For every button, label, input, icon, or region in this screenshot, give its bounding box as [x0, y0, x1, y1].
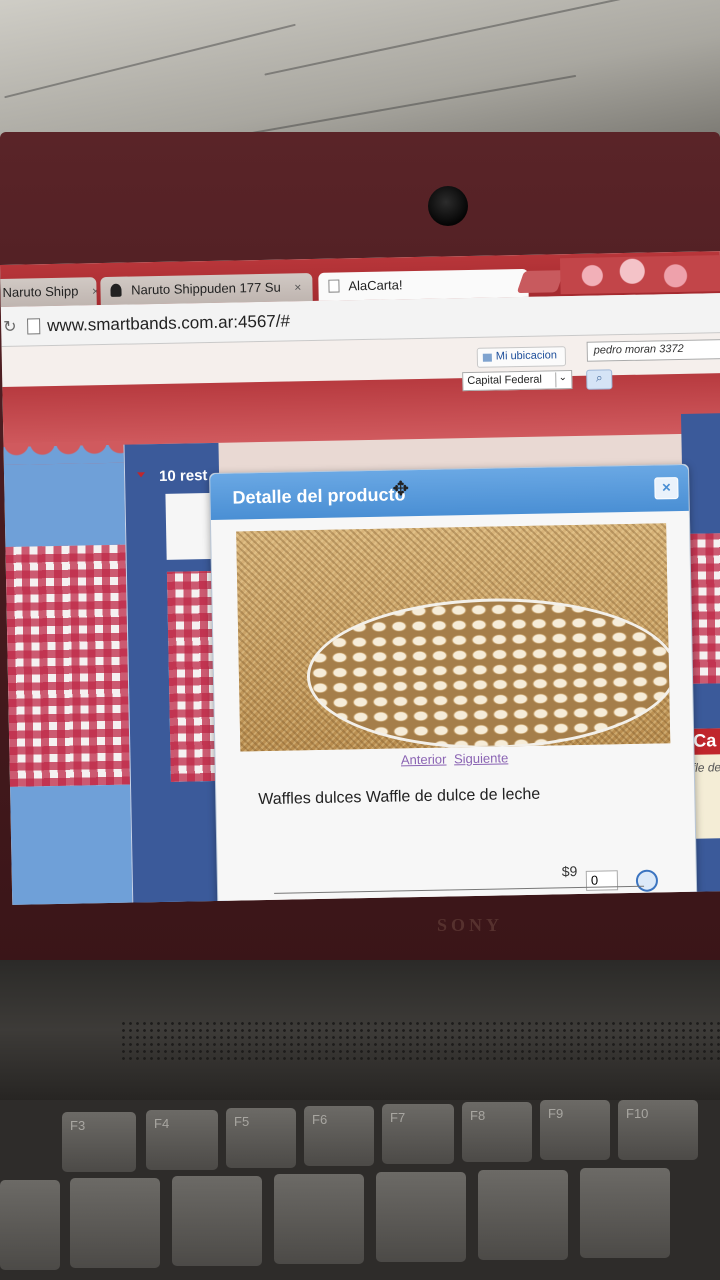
- search-button[interactable]: ⌕: [586, 369, 613, 390]
- url-input[interactable]: www.smartbands.com.ar:4567/#: [47, 311, 290, 336]
- webcam-icon: [428, 186, 468, 226]
- tab-label: Naruto Shippuden 177 Su: [130, 279, 281, 298]
- speaker-grill: [120, 1020, 720, 1064]
- product-description: Waffles dulces Waffle de dulce de leche: [258, 785, 541, 809]
- keyboard-key: [70, 1178, 160, 1268]
- address-input[interactable]: pedro moran 3372: [586, 339, 720, 362]
- move-cursor-icon: ✥: [392, 478, 410, 501]
- tab-close-icon[interactable]: ×: [294, 280, 301, 294]
- city-select[interactable]: Capital Federal ⌄: [462, 370, 573, 392]
- key-f5: F5: [226, 1108, 296, 1168]
- key-f7: F7: [382, 1104, 454, 1164]
- key-f9: F9: [540, 1100, 610, 1160]
- keyboard-key: [580, 1168, 670, 1258]
- page-favicon-icon: [328, 279, 340, 293]
- scallop-edge: [3, 440, 134, 465]
- product-photo: [236, 523, 671, 752]
- caret-down-icon[interactable]: [137, 472, 146, 478]
- key-f8: F8: [462, 1102, 532, 1162]
- keyboard-key: [478, 1170, 568, 1260]
- key-f3: F3: [62, 1112, 136, 1172]
- key-f6: F6: [304, 1106, 374, 1166]
- key-f10: F10: [618, 1100, 698, 1160]
- search-icon: ⌕: [595, 370, 603, 385]
- key-f4: F4: [146, 1110, 218, 1170]
- tab-naruto-2[interactable]: Naruto Shippuden 177 Su ×: [100, 273, 313, 306]
- theme-decoration: [559, 255, 720, 295]
- laptop-screen: Naruto Shipp × Naruto Shippuden 177 Su ×…: [0, 251, 720, 905]
- gingham-right: [689, 532, 720, 684]
- new-tab-button[interactable]: [516, 270, 565, 294]
- keyboard: F3 F4 F5 F6 F7 F8 F9 F10: [0, 1100, 720, 1280]
- web-page: Mi ubicacion pedro moran 3372 Capital Fe…: [1, 333, 720, 905]
- chevron-down-icon: ⌄: [555, 372, 570, 388]
- keyboard-key: [0, 1180, 60, 1270]
- restaurants-count-heading: 10 rest: [158, 467, 208, 485]
- next-link[interactable]: Siguiente: [454, 750, 508, 766]
- tab-label: AlaCarta!: [348, 277, 403, 294]
- keyboard-key: [172, 1176, 262, 1266]
- keyboard-key: [376, 1172, 466, 1262]
- naruto-favicon-icon: [110, 283, 122, 297]
- tab-label: Naruto Shipp: [2, 283, 79, 300]
- page-icon: [27, 318, 41, 335]
- product-detail-modal: Detalle del producto ✥ × Anterior Siguie…: [209, 463, 698, 905]
- item-price: $9: [561, 863, 578, 880]
- city-select-value: Capital Federal: [467, 373, 543, 388]
- tab-close-icon[interactable]: ×: [92, 284, 97, 298]
- keyboard-key: [274, 1174, 364, 1264]
- modal-title: Detalle del producto: [232, 484, 406, 508]
- brand-logo: SONY: [436, 915, 503, 935]
- reload-icon[interactable]: ↻: [3, 317, 17, 337]
- modal-header[interactable]: Detalle del producto ✥ ×: [210, 464, 689, 520]
- my-location-button[interactable]: Mi ubicacion: [476, 346, 567, 368]
- right-card-subtitle: fle de: [691, 760, 720, 775]
- tab-naruto-1[interactable]: Naruto Shipp ×: [0, 277, 97, 308]
- previous-link[interactable]: Anterior: [401, 752, 447, 768]
- tab-alacarta[interactable]: AlaCarta!: [318, 268, 529, 301]
- close-button[interactable]: ×: [654, 477, 679, 500]
